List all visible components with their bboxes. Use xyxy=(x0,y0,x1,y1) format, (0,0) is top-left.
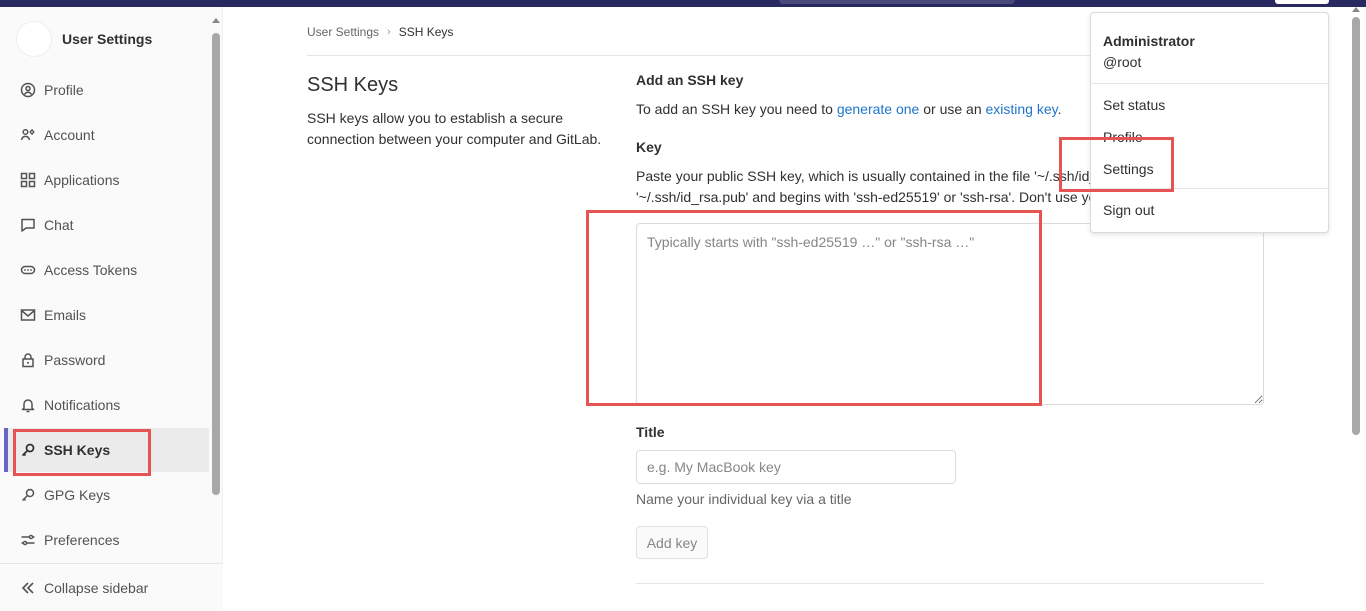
add-key-help: To add an SSH key you need to generate o… xyxy=(636,101,1062,117)
user-dropdown-menu: Administrator @root Set status Profile S… xyxy=(1090,12,1329,233)
sidebar-item-profile[interactable]: Profile xyxy=(4,68,209,112)
dropdown-user-name[interactable]: Administrator xyxy=(1103,33,1195,49)
sidebar-item-account[interactable]: Account xyxy=(4,113,209,157)
top-navbar xyxy=(0,0,1366,7)
scrollbar-thumb[interactable] xyxy=(212,33,220,495)
double-chevron-left-icon xyxy=(19,579,37,597)
sidebar: User Settings Profile Account Applicatio… xyxy=(0,7,223,611)
title-input[interactable] xyxy=(636,450,956,484)
sidebar-item-label: Password xyxy=(44,352,106,368)
token-icon xyxy=(19,261,37,279)
sidebar-item-label: Emails xyxy=(44,307,87,323)
collapse-sidebar-button[interactable]: Collapse sidebar xyxy=(0,563,223,611)
search-bar[interactable] xyxy=(779,0,1015,4)
title-help-text: Name your individual key via a title xyxy=(636,491,852,507)
sidebar-item-label: Preferences xyxy=(44,532,120,548)
sidebar-item-label: GPG Keys xyxy=(44,487,111,503)
breadcrumb-parent[interactable]: User Settings xyxy=(307,25,379,39)
bell-icon xyxy=(19,396,37,414)
sidebar-item-applications[interactable]: Applications xyxy=(4,158,209,202)
account-icon xyxy=(19,126,37,144)
collapse-sidebar-label: Collapse sidebar xyxy=(44,579,149,596)
dropdown-username[interactable]: @root xyxy=(1103,54,1141,70)
annotation-ssh-keys-highlight xyxy=(13,429,151,476)
scrollbar-thumb[interactable] xyxy=(1352,17,1360,435)
sidebar-context-header[interactable]: User Settings xyxy=(16,19,152,59)
breadcrumb-current[interactable]: SSH Keys xyxy=(399,25,454,39)
divider xyxy=(1091,83,1328,84)
avatar xyxy=(16,21,52,57)
user-menu-button[interactable] xyxy=(1275,0,1329,4)
existing-key-link[interactable]: existing key xyxy=(986,101,1058,117)
applications-icon xyxy=(19,171,37,189)
page-scrollbar[interactable] xyxy=(1349,7,1366,611)
preferences-icon xyxy=(19,531,37,549)
add-key-button[interactable]: Add key xyxy=(636,526,708,559)
sidebar-item-label: Notifications xyxy=(44,397,121,413)
sidebar-item-label: Account xyxy=(44,127,95,143)
sidebar-item-gpg-keys[interactable]: GPG Keys xyxy=(4,473,209,517)
mail-icon xyxy=(19,306,37,324)
annotation-settings-highlight xyxy=(1059,137,1174,192)
sidebar-item-label: Chat xyxy=(44,217,74,233)
scroll-up-arrow-icon[interactable] xyxy=(212,18,220,23)
help-text: To add an SSH key you need to xyxy=(636,101,837,117)
divider xyxy=(636,583,1264,584)
sidebar-title: User Settings xyxy=(62,31,153,47)
chevron-right-icon: › xyxy=(387,26,391,38)
key-label: Key xyxy=(636,139,662,155)
add-ssh-key-heading: Add an SSH key xyxy=(636,72,744,88)
sidebar-item-label: Applications xyxy=(44,172,120,188)
annotation-key-field-highlight xyxy=(586,210,1042,406)
key-icon xyxy=(19,486,37,504)
sidebar-item-password[interactable]: Password xyxy=(4,338,209,382)
generate-one-link[interactable]: generate one xyxy=(837,101,920,117)
page-title: SSH Keys xyxy=(307,74,399,96)
sidebar-item-emails[interactable]: Emails xyxy=(4,293,209,337)
help-text: or use an xyxy=(919,101,986,117)
sidebar-scrollbar[interactable] xyxy=(212,18,220,497)
title-label: Title xyxy=(636,424,665,440)
page-description: SSH keys allow you to establish a secure… xyxy=(307,110,602,147)
breadcrumb: User Settings › SSH Keys xyxy=(307,25,453,39)
help-text: . xyxy=(1057,101,1062,117)
sign-out-item[interactable]: Sign out xyxy=(1103,202,1154,218)
sidebar-item-label: Access Tokens xyxy=(44,262,138,278)
sidebar-item-preferences[interactable]: Preferences xyxy=(4,518,209,562)
lock-icon xyxy=(19,351,37,369)
scroll-up-arrow-icon[interactable] xyxy=(1352,7,1360,12)
sidebar-item-chat[interactable]: Chat xyxy=(4,203,209,247)
sidebar-item-label: Profile xyxy=(44,82,84,98)
sidebar-item-access-tokens[interactable]: Access Tokens xyxy=(4,248,209,292)
sidebar-item-notifications[interactable]: Notifications xyxy=(4,383,209,427)
set-status-item[interactable]: Set status xyxy=(1103,97,1165,113)
chat-icon xyxy=(19,216,37,234)
profile-icon xyxy=(19,81,37,99)
